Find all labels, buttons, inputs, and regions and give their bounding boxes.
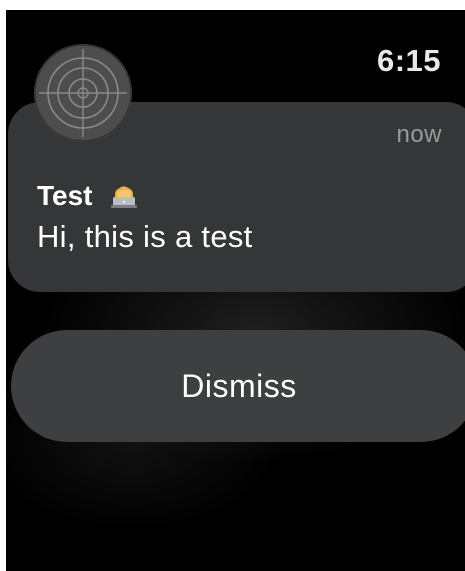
notification-title-row: Test [37, 180, 138, 215]
notification-message: Hi, this is a test [37, 219, 253, 254]
target-icon [33, 43, 133, 143]
status-time: 6:15 [376, 43, 441, 78]
watch-screen: 6:15 now Test Hi, this is a test Dismiss [6, 10, 465, 571]
dismiss-button-label: Dismiss [181, 367, 297, 404]
notification-title: Test [37, 180, 93, 211]
technologist-emoji-icon [110, 180, 138, 215]
notification-timestamp: now [396, 121, 442, 148]
dismiss-button[interactable]: Dismiss [11, 330, 465, 442]
